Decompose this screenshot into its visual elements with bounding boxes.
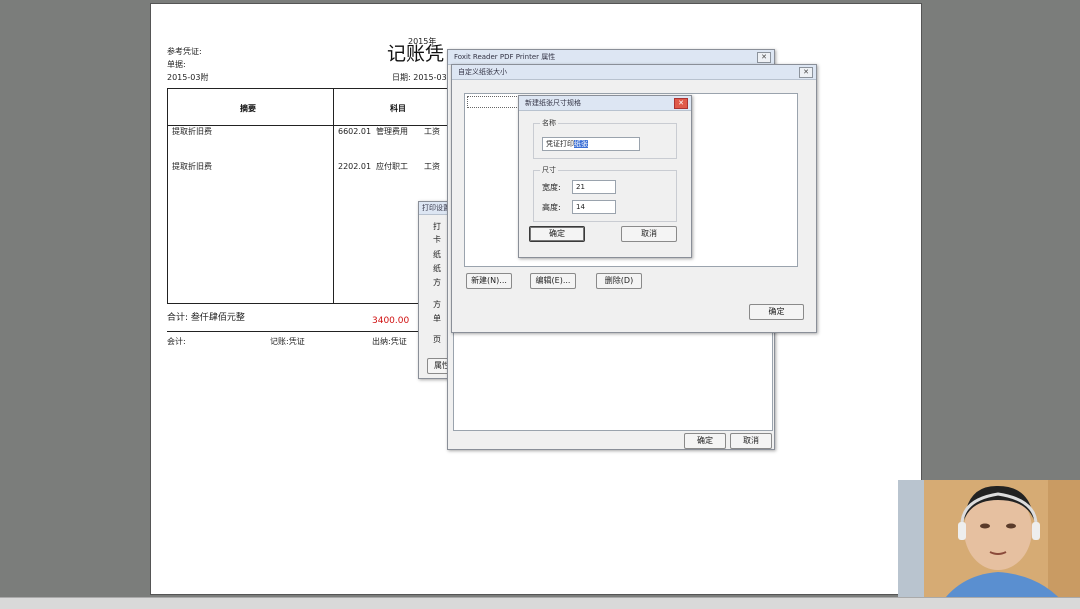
size-group: 尺寸 宽度: 21 高度: 14: [533, 165, 677, 222]
name-ok-button[interactable]: 确定: [529, 226, 585, 242]
status-bar: [0, 597, 1080, 609]
printer-properties-panel: [453, 332, 773, 431]
row2-code: 2202.01: [338, 162, 372, 171]
voucher-total-label: 合计: 叁仟肆佰元整: [167, 313, 245, 323]
webcam-overlay: [898, 480, 1080, 608]
list-item[interactable]: [467, 96, 521, 108]
paper-name-input[interactable]: 凭证打印纸张: [542, 137, 640, 151]
name-group-label: 名称: [540, 118, 558, 128]
row2-summary: 提取折旧费: [172, 162, 212, 171]
row1-tail: 工资: [424, 127, 440, 136]
voucher-doc-label: 单据:: [167, 60, 186, 69]
voucher-title: 记账凭: [387, 43, 445, 65]
print-settings-line: 方: [433, 278, 441, 287]
row1-account: 管理费用: [376, 127, 408, 136]
footer-cashier: 出纳:凭证: [372, 337, 407, 346]
printer-ok-button[interactable]: 确定: [684, 433, 726, 449]
print-settings-line: 卡: [433, 235, 441, 244]
name-group: 名称 凭证打印纸张: [533, 118, 677, 159]
close-icon[interactable]: ✕: [674, 98, 688, 109]
voucher-date-left: 2015-03附: [167, 73, 209, 82]
width-label: 宽度:: [542, 183, 561, 192]
row2-account: 应付职工: [376, 162, 408, 171]
table-divider: [333, 89, 334, 303]
row1-code: 6602.01: [338, 127, 372, 136]
close-icon[interactable]: ✕: [799, 67, 813, 78]
voucher-total-amount: 3400.00: [372, 316, 410, 326]
paper-name-text: 凭证打印: [546, 140, 574, 148]
print-settings-line: 打: [433, 222, 441, 231]
voucher-table: 摘要 科目 提取折旧费 6602.01 管理费用 工资 提取折旧费 2202.0…: [167, 88, 458, 304]
footer-bookkeeper: 记账:凭证: [270, 337, 305, 346]
height-label: 高度:: [542, 203, 561, 212]
paper-ok-button[interactable]: 确定: [749, 304, 804, 320]
new-paper-size-title: 新建纸张尺寸规格: [525, 99, 581, 107]
close-icon[interactable]: ✕: [757, 52, 771, 63]
print-settings-line: 方: [433, 300, 441, 309]
voucher-ref-label: 参考凭证:: [167, 47, 202, 56]
printer-cancel-button[interactable]: 取消: [730, 433, 772, 449]
printer-properties-title: Foxit Reader PDF Printer 属性: [454, 53, 556, 61]
print-settings-line: 纸: [433, 250, 441, 259]
column-header-account: 科目: [390, 104, 406, 113]
print-settings-line: 页: [433, 335, 441, 344]
size-group-label: 尺寸: [540, 165, 558, 175]
print-settings-line: 纸: [433, 264, 441, 273]
voucher-footer-line: [167, 331, 457, 332]
paper-name-selection: 纸张: [574, 140, 588, 148]
row2-tail: 工资: [424, 162, 440, 171]
footer-accountant: 会计:: [167, 337, 186, 346]
row1-summary: 提取折旧费: [172, 127, 212, 136]
voucher-date-line: 日期: 2015-03: [392, 73, 447, 82]
new-paper-button[interactable]: 新建(N)...: [466, 273, 512, 289]
edit-paper-button[interactable]: 编辑(E)...: [530, 273, 576, 289]
new-paper-size-dialog: 新建纸张尺寸规格 ✕ 名称 凭证打印纸张 尺寸 宽度: 21 高度: 14 确定 …: [518, 95, 692, 258]
name-cancel-button[interactable]: 取消: [621, 226, 677, 242]
table-header-line: [168, 125, 458, 126]
delete-paper-button[interactable]: 删除(D): [596, 273, 642, 289]
width-input[interactable]: 21: [572, 180, 616, 194]
height-input[interactable]: 14: [572, 200, 616, 214]
presenter-image: [898, 480, 1080, 608]
custom-paper-title: 自定义纸张大小: [458, 68, 507, 76]
print-settings-line: 单: [433, 314, 441, 323]
column-header-summary: 摘要: [240, 104, 256, 113]
print-settings-title: 打印设置: [422, 204, 450, 212]
